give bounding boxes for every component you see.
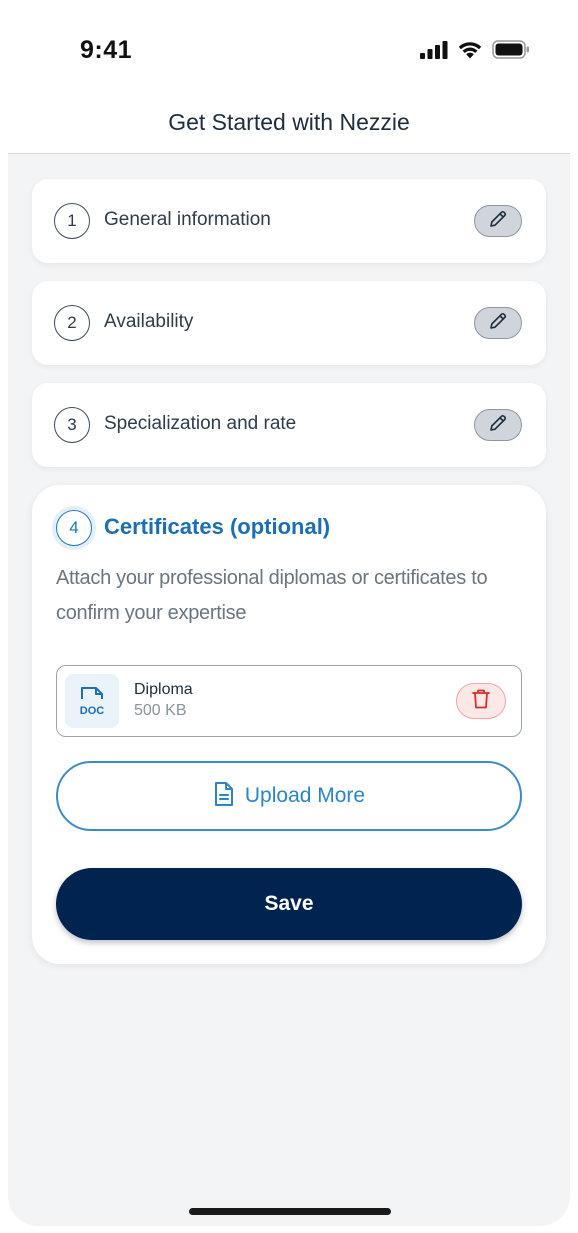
step-number-active: 4 (56, 510, 92, 546)
step-number: 2 (54, 305, 90, 341)
file-name: Diploma (134, 681, 193, 698)
section-title: Certificates (optional) (104, 514, 331, 539)
uploaded-file-row: DOC Diploma 500 KB (56, 665, 522, 737)
doc-icon-label: DOC (80, 705, 105, 717)
wifi-icon (457, 40, 483, 64)
edit-specialization-button[interactable] (474, 409, 522, 441)
cellular-signal-icon (420, 40, 448, 64)
trash-icon (471, 688, 491, 715)
save-button[interactable]: Save (56, 868, 522, 940)
status-icons (420, 40, 530, 64)
file-size: 500 KB (134, 702, 187, 719)
pencil-icon (488, 311, 508, 336)
section-description: Attach your professional diplomas or cer… (56, 567, 488, 624)
step-card-general-information[interactable]: 1 General information (32, 179, 546, 263)
document-icon (213, 781, 235, 812)
header: Get Started with Nezzie (8, 100, 570, 154)
delete-file-button[interactable] (456, 683, 506, 719)
step-number: 1 (54, 203, 90, 239)
phone-screen: 9:41 Get Started with Nezzie 1 General i… (0, 0, 578, 1233)
pencil-icon (488, 209, 508, 234)
edit-availability-button[interactable] (474, 307, 522, 339)
step-card-availability[interactable]: 2 Availability (32, 281, 546, 365)
step-label: Specialization and rate (104, 413, 297, 434)
save-label: Save (264, 892, 314, 915)
onboarding-content: 1 General information 2 Availability 3 S… (8, 154, 570, 1226)
step-card-specialization-and-rate[interactable]: 3 Specialization and rate (32, 383, 546, 467)
home-indicator (189, 1208, 391, 1215)
battery-icon (492, 40, 530, 64)
step-label: Availability (104, 311, 194, 332)
upload-more-button[interactable]: Upload More (56, 761, 522, 831)
step-label: General information (104, 209, 271, 230)
edit-general-information-button[interactable] (474, 205, 522, 237)
status-bar: 9:41 (0, 0, 578, 100)
page-title: Get Started with Nezzie (168, 109, 410, 135)
step-number: 3 (54, 407, 90, 443)
upload-more-label: Upload More (244, 784, 366, 807)
pencil-icon (488, 413, 508, 438)
status-time: 9:41 (80, 36, 133, 64)
doc-file-icon: DOC (65, 674, 119, 728)
step-card-certificates: 4 Certificates (optional) Attach your pr… (32, 485, 546, 964)
